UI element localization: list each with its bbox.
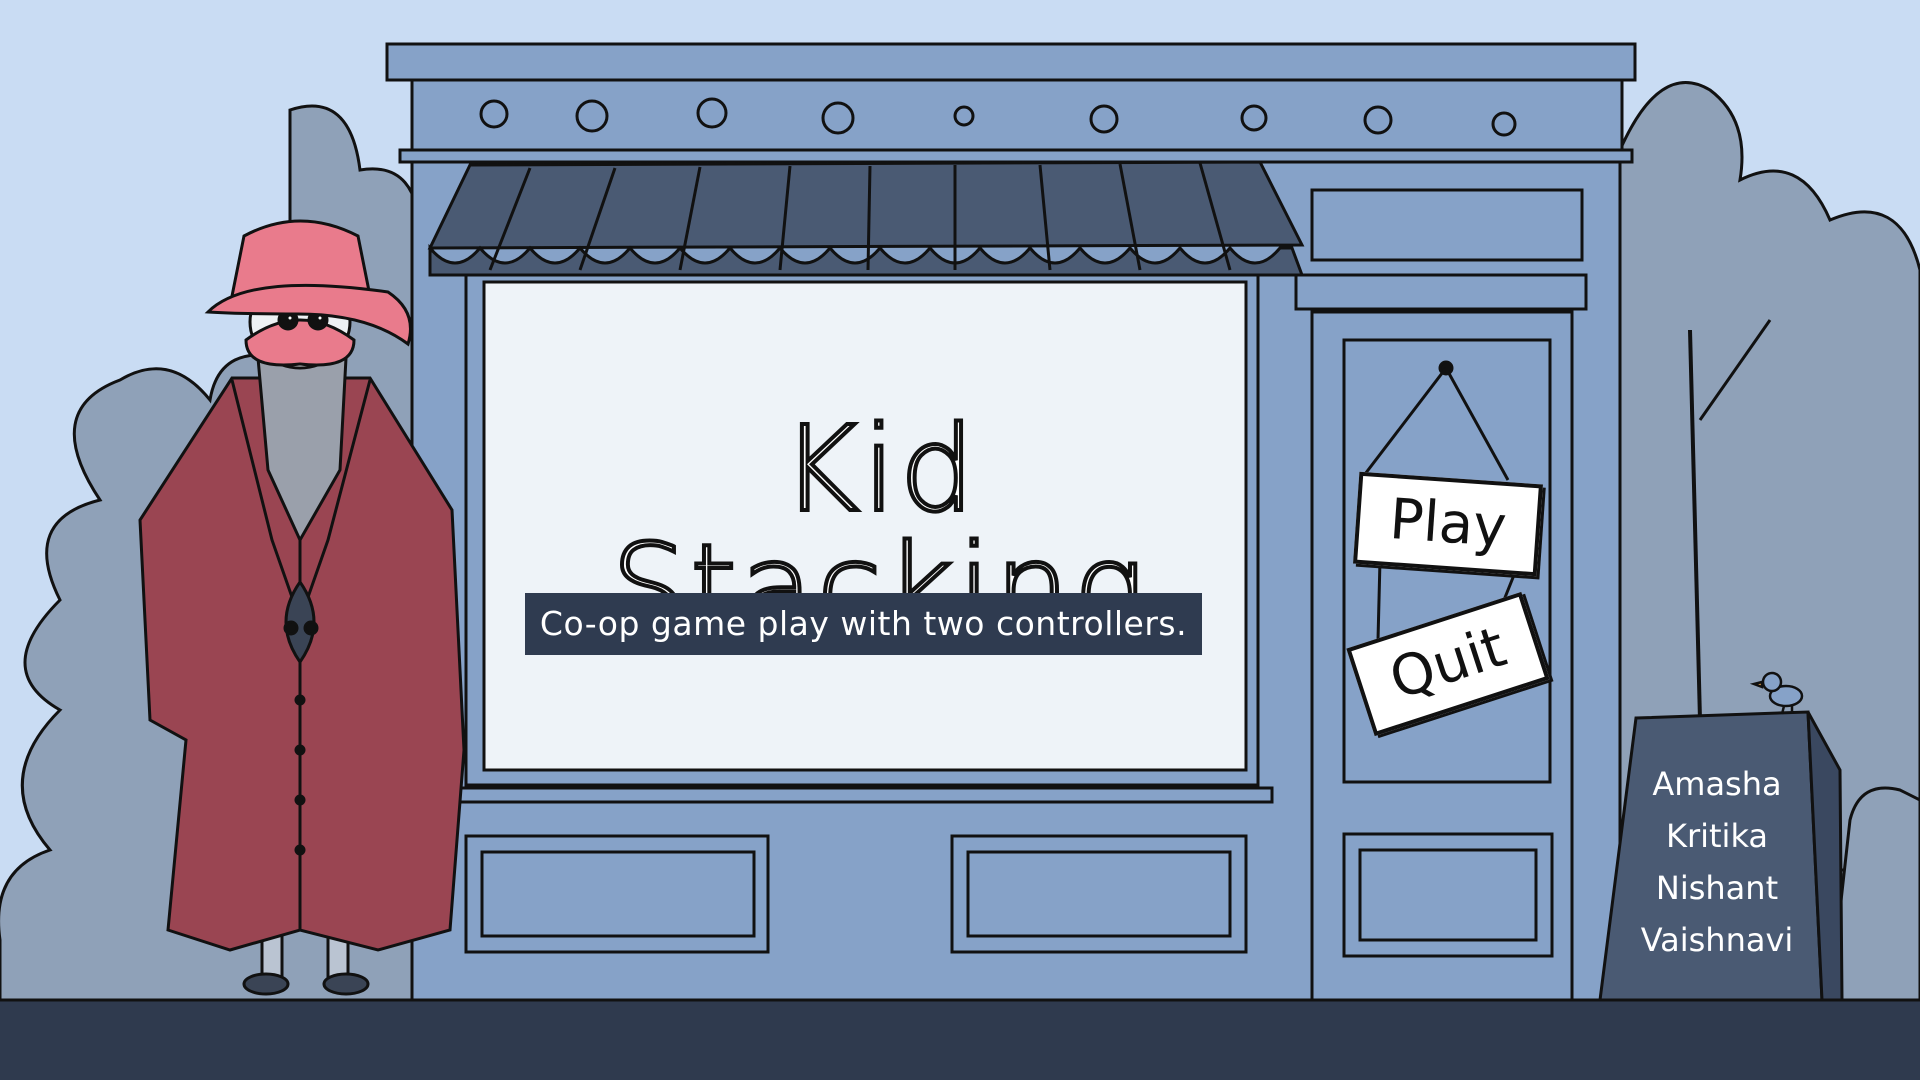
game-subtitle: Co-op game play with two controllers.: [525, 593, 1202, 655]
credit-name: Kritika: [1665, 817, 1769, 855]
credit-name: Vaishnavi: [1640, 921, 1794, 959]
credits-board: Amasha Kritika Nishant Vaishnavi: [1612, 758, 1822, 966]
credit-name: Nishant: [1655, 869, 1779, 907]
game-main-menu: Kid Stacking Co-op game play with two co…: [0, 0, 1920, 1080]
play-button[interactable]: Play: [1353, 471, 1543, 577]
credit-name: Amasha: [1652, 765, 1782, 803]
